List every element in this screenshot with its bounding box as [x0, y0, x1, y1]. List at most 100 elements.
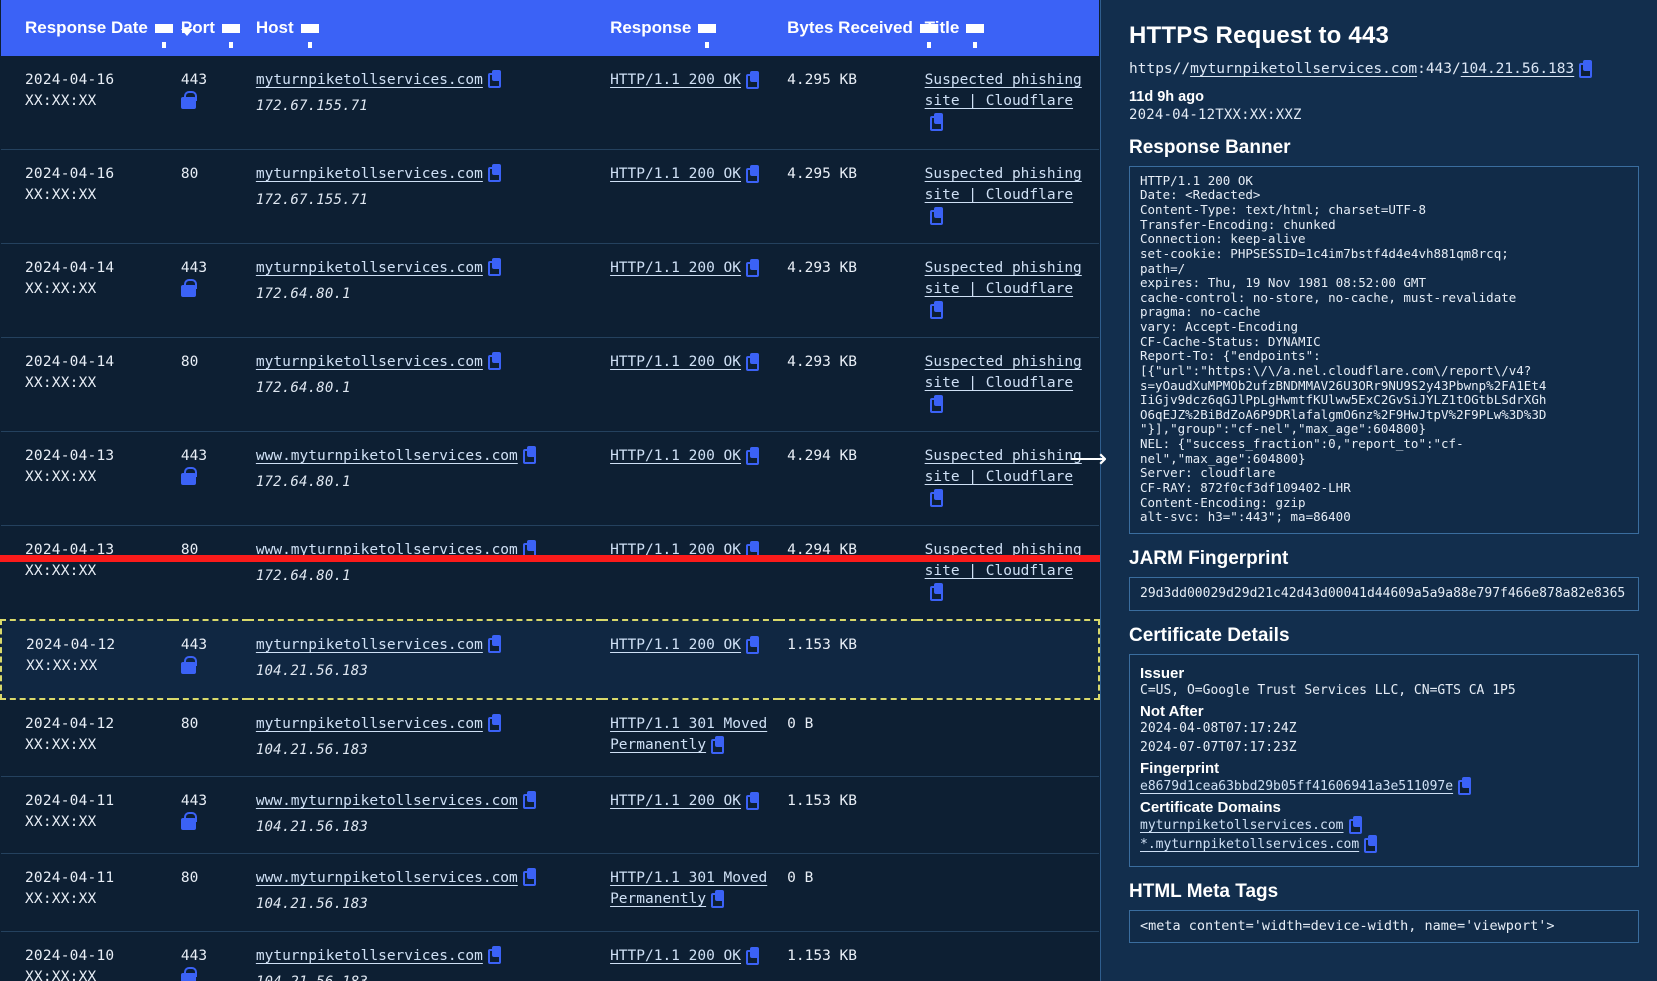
- copy-icon[interactable]: [522, 790, 536, 809]
- cell-title: Suspected phishing site | Cloudflare: [916, 149, 1099, 245]
- copy-icon[interactable]: [711, 735, 725, 754]
- copy-icon[interactable]: [746, 71, 760, 89]
- response-status-link[interactable]: HTTP/1.1 200 OK: [610, 793, 741, 809]
- table-row[interactable]: 2024-04-12 XX:XX:XX 80 myturnpiketollservic…: [1, 698, 1099, 777]
- response-status-link[interactable]: HTTP/1.1 200 OK: [610, 448, 741, 464]
- copy-icon[interactable]: [487, 70, 501, 88]
- table-row[interactable]: 2024-04-13 XX:XX:XX 80 www.myturnpiketollse…: [1, 525, 1099, 621]
- host-link[interactable]: myturnpiketollservices.com: [256, 166, 483, 182]
- page-title-link[interactable]: Suspected phishing site | Cloudflare: [925, 166, 1082, 203]
- copy-icon[interactable]: [487, 352, 501, 371]
- copy-icon[interactable]: [487, 713, 501, 732]
- copy-icon[interactable]: [746, 165, 760, 184]
- copy-icon[interactable]: [487, 635, 501, 654]
- filter-icon[interactable]: [698, 24, 717, 48]
- host-link[interactable]: myturnpiketollservices.com: [256, 72, 483, 88]
- copy-icon[interactable]: [487, 258, 501, 277]
- host-link[interactable]: www.myturnpiketollservices.com: [256, 870, 518, 886]
- filter-icon[interactable]: [154, 24, 173, 48]
- filter-icon[interactable]: [966, 24, 985, 48]
- column-header-bytes-received[interactable]: Bytes Received: [779, 0, 938, 56]
- response-status-link[interactable]: HTTP/1.1 200 OK: [610, 260, 741, 276]
- relative-timestamp: 11d 9h ago: [1129, 88, 1204, 105]
- copy-icon[interactable]: [711, 890, 725, 909]
- chevron-down-icon[interactable]: [180, 29, 193, 36]
- host-link[interactable]: www.myturnpiketollservices.com: [256, 793, 518, 809]
- page-title-link[interactable]: Suspected phishing site | Cloudflare: [925, 260, 1082, 297]
- arrow-right-icon: ⟶: [1070, 443, 1108, 473]
- page-title-link[interactable]: Suspected phishing site | Cloudflare: [925, 72, 1082, 109]
- copy-icon[interactable]: [929, 207, 943, 226]
- copy-icon[interactable]: [746, 447, 760, 466]
- host-link[interactable]: myturnpiketollservices.com: [256, 716, 483, 732]
- table-row[interactable]: 2024-04-14 XX:XX:XX 80 myturnpiketollservic…: [1, 337, 1099, 433]
- table-row[interactable]: 2024-04-16 XX:XX:XX 443 myturnpiketollservi…: [1, 56, 1099, 151]
- copy-icon[interactable]: [522, 868, 536, 887]
- column-header-response-date[interactable]: Response Date: [1, 0, 193, 56]
- column-header-host[interactable]: Host: [247, 0, 603, 56]
- cell-bytes-received: 0 B: [779, 698, 917, 777]
- port-value: 443: [180, 260, 208, 277]
- table-row[interactable]: 2024-04-13 XX:XX:XX 443 www.myturnpiketolls…: [1, 431, 1099, 527]
- host-link[interactable]: www.myturnpiketollservices.com: [256, 448, 518, 464]
- copy-icon[interactable]: [487, 945, 501, 964]
- column-header-title[interactable]: Title: [916, 0, 1099, 56]
- table-row[interactable]: 2024-04-12 XX:XX:XX 443 myturnpiketollservi…: [0, 619, 1100, 700]
- page-title-link[interactable]: Suspected phishing site | Cloudflare: [925, 448, 1082, 485]
- cell-port: 443: [172, 431, 248, 527]
- host-link[interactable]: myturnpiketollservices.com: [256, 948, 483, 964]
- table-row[interactable]: 2024-04-11 XX:XX:XX 80 www.myturnpiketollse…: [1, 853, 1099, 932]
- copy-icon[interactable]: [1579, 60, 1593, 78]
- certificate-domain-link[interactable]: myturnpiketollservices.com: [1140, 818, 1344, 833]
- table-row[interactable]: 2024-04-14 XX:XX:XX 443 myturnpiketollservi…: [1, 243, 1099, 339]
- response-status-link[interactable]: HTTP/1.1 200 OK: [610, 637, 741, 653]
- copy-icon[interactable]: [1348, 816, 1362, 835]
- copy-icon[interactable]: [522, 446, 536, 465]
- cell-port: 443: [172, 243, 248, 339]
- response-status-link[interactable]: HTTP/1.1 200 OK: [610, 166, 741, 182]
- cell-response: HTTP/1.1 200 OK: [602, 56, 780, 151]
- host-link[interactable]: myturnpiketollservices.com: [256, 354, 483, 370]
- table-row[interactable]: 2024-04-11 XX:XX:XX 443 www.myturnpiketolls…: [1, 776, 1099, 855]
- response-status-link[interactable]: HTTP/1.1 301 Moved Permanently: [610, 870, 767, 907]
- filter-icon[interactable]: [221, 24, 240, 48]
- filter-icon[interactable]: [300, 24, 319, 48]
- copy-icon[interactable]: [1364, 835, 1378, 854]
- column-header-response[interactable]: Response: [602, 0, 780, 56]
- response-status-link[interactable]: HTTP/1.1 301 Moved Permanently: [610, 716, 767, 753]
- response-status-link[interactable]: HTTP/1.1 200 OK: [610, 948, 741, 964]
- table-row[interactable]: 2024-04-16 XX:XX:XX 80 myturnpiketollservic…: [1, 149, 1099, 245]
- copy-icon[interactable]: [929, 583, 943, 602]
- cell-bytes-received: 4.294 KB: [779, 525, 917, 621]
- host-link[interactable]: myturnpiketollservices.com: [256, 637, 483, 653]
- copy-icon[interactable]: [487, 164, 501, 183]
- copy-icon[interactable]: [746, 353, 760, 372]
- certificate-domain-wildcard-link[interactable]: *.myturnpiketollservices.com: [1140, 837, 1359, 852]
- response-date-value: 2024-04-11: [25, 792, 115, 809]
- bytes-received-value: 1.153 KB: [787, 947, 857, 964]
- copy-icon[interactable]: [746, 946, 760, 965]
- copy-icon[interactable]: [746, 791, 760, 810]
- copy-icon[interactable]: [929, 395, 943, 414]
- copy-icon[interactable]: [522, 540, 536, 559]
- certificate-domain-row: myturnpiketollservices.com: [1140, 816, 1628, 835]
- copy-icon[interactable]: [929, 113, 943, 132]
- filter-icon[interactable]: [919, 24, 938, 48]
- copy-icon[interactable]: [746, 636, 760, 655]
- page-title-link[interactable]: Suspected phishing site | Cloudflare: [925, 354, 1082, 391]
- host-link[interactable]: myturnpiketollservices.com: [256, 260, 483, 276]
- copy-icon[interactable]: [746, 541, 760, 560]
- url-ip-link[interactable]: 104.21.56.183: [1461, 61, 1575, 77]
- copy-icon[interactable]: [929, 301, 943, 320]
- fingerprint-link[interactable]: e8679d1cea63bbd29b05ff41606941a3e511097e: [1140, 779, 1453, 794]
- copy-icon[interactable]: [1458, 776, 1472, 795]
- response-status-link[interactable]: HTTP/1.1 200 OK: [610, 354, 741, 370]
- response-status-link[interactable]: HTTP/1.1 200 OK: [610, 72, 741, 88]
- url-host-link[interactable]: myturnpiketollservices.com: [1190, 61, 1417, 77]
- table-row[interactable]: 2024-04-10 XX:XX:XX 443 myturnpiketollservi…: [1, 931, 1099, 981]
- copy-icon[interactable]: [929, 489, 943, 508]
- copy-icon[interactable]: [746, 259, 760, 278]
- not-after-label: Not After: [1140, 703, 1204, 721]
- column-header-port[interactable]: Port: [172, 0, 248, 56]
- response-time-value: XX:XX:XX: [25, 891, 97, 908]
